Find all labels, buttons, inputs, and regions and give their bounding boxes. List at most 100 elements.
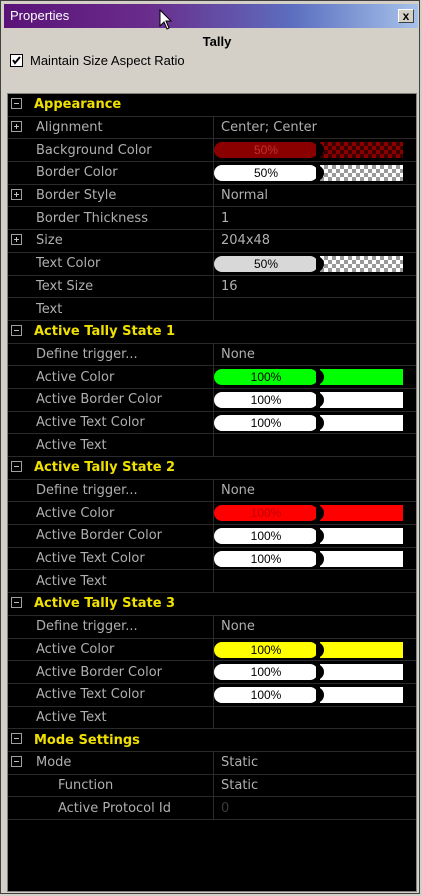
color-swatch[interactable]: 100%: [214, 369, 403, 386]
prop-active-color[interactable]: Active Color 100%: [8, 638, 416, 662]
checkmark-icon: [12, 55, 21, 65]
prop-active-text[interactable]: Active Text: [8, 570, 416, 594]
color-swatch[interactable]: 100%: [214, 550, 403, 567]
prop-label: Mode: [36, 755, 72, 771]
prop-active-text-color[interactable]: Active Text Color 100%: [8, 683, 416, 707]
prop-label: Alignment: [36, 120, 103, 136]
expand-icon[interactable]: [11, 120, 22, 132]
color-opacity-pill: 100%: [214, 686, 318, 703]
color-preview: [316, 641, 403, 658]
prop-label: Active Text Color: [36, 551, 145, 567]
prop-value[interactable]: None: [221, 619, 255, 634]
color-swatch[interactable]: 100%: [214, 641, 403, 658]
color-swatch[interactable]: 100%: [214, 391, 403, 408]
color-swatch[interactable]: 100%: [214, 686, 403, 703]
prop-active-text[interactable]: Active Text: [8, 706, 416, 730]
prop-size[interactable]: Size 204x48: [8, 230, 416, 253]
prop-border-thickness[interactable]: Border Thickness 1: [8, 207, 416, 231]
prop-define-trigger[interactable]: Define trigger... None: [8, 479, 416, 503]
color-opacity-pill: 50%: [214, 142, 318, 159]
prop-label: Border Style: [36, 188, 117, 204]
prop-active-border-color[interactable]: Active Border Color 100%: [8, 661, 416, 684]
section-appearance[interactable]: Appearance: [8, 94, 416, 117]
collapse-icon[interactable]: [11, 733, 22, 745]
color-preview: [316, 686, 403, 703]
collapse-icon[interactable]: [11, 461, 22, 472]
prop-mode[interactable]: Mode Static: [8, 751, 416, 775]
prop-label: Active Text: [36, 709, 107, 725]
section-active-tally-state-1[interactable]: Active Tally State 1: [8, 321, 416, 344]
color-swatch[interactable]: 100%: [214, 505, 403, 522]
color-opacity-pill: 100%: [214, 664, 318, 681]
prop-label: Active Text: [36, 573, 107, 589]
window-title: Properties: [10, 8, 70, 23]
collapse-icon[interactable]: [11, 98, 22, 109]
prop-label: Active Text Color: [36, 414, 145, 430]
prop-active-color[interactable]: Active Color 100%: [8, 502, 416, 526]
color-swatch[interactable]: 50%: [214, 142, 403, 159]
prop-value[interactable]: Center; Center: [221, 120, 317, 135]
collapse-icon[interactable]: [11, 755, 22, 767]
color-opacity-pill: 100%: [214, 550, 318, 567]
section-active-tally-state-2[interactable]: Active Tally State 2: [8, 457, 416, 480]
expand-icon[interactable]: [11, 188, 22, 200]
prop-value[interactable]: 16: [221, 279, 238, 294]
prop-border-color[interactable]: Border Color 50%: [8, 162, 416, 185]
prop-label: Active Color: [36, 369, 115, 385]
prop-text-size[interactable]: Text Size 16: [8, 275, 416, 299]
prop-text[interactable]: Text: [8, 298, 416, 321]
color-preview: [316, 664, 403, 681]
color-opacity-pill: 50%: [214, 255, 318, 272]
expand-icon[interactable]: [11, 234, 22, 246]
maintain-aspect-checkbox[interactable]: [10, 53, 23, 67]
prop-alignment[interactable]: Alignment Center; Center: [8, 116, 416, 140]
prop-define-trigger[interactable]: Define trigger... None: [8, 615, 416, 639]
prop-value[interactable]: Static: [221, 778, 258, 793]
arrow-cursor-icon: [159, 9, 173, 30]
color-swatch[interactable]: 100%: [214, 414, 403, 431]
prop-active-protocol-id[interactable]: Active Protocol Id 0: [8, 797, 416, 820]
prop-text-color[interactable]: Text Color 50%: [8, 252, 416, 276]
section-label: Active Tally State 3: [34, 596, 176, 612]
prop-label: Border Color: [36, 165, 118, 181]
maintain-aspect-label: Maintain Size Aspect Ratio: [30, 52, 185, 68]
color-swatch[interactable]: 50%: [214, 165, 403, 182]
color-opacity-pill: 100%: [214, 505, 318, 522]
section-active-tally-state-3[interactable]: Active Tally State 3: [8, 593, 416, 616]
title-bar[interactable]: Properties x: [4, 4, 418, 28]
prop-value[interactable]: 1: [221, 211, 229, 226]
maintain-aspect-row[interactable]: Maintain Size Aspect Ratio: [10, 52, 185, 68]
prop-active-border-color[interactable]: Active Border Color 100%: [8, 525, 416, 548]
collapse-icon[interactable]: [11, 597, 22, 609]
prop-define-trigger[interactable]: Define trigger... None: [8, 343, 416, 367]
prop-active-text-color[interactable]: Active Text Color 100%: [8, 547, 416, 571]
prop-value[interactable]: Static: [221, 755, 258, 770]
prop-background-color[interactable]: Background Color 50%: [8, 139, 416, 163]
prop-label: Define trigger...: [36, 619, 138, 635]
prop-value[interactable]: None: [221, 483, 255, 498]
color-preview: [316, 369, 403, 386]
prop-value[interactable]: 204x48: [221, 233, 270, 248]
color-swatch[interactable]: 100%: [214, 528, 403, 545]
color-swatch[interactable]: 50%: [214, 255, 403, 272]
color-preview: [316, 391, 403, 408]
prop-active-border-color[interactable]: Active Border Color 100%: [8, 388, 416, 412]
prop-label: Active Border Color: [36, 392, 163, 408]
prop-active-text[interactable]: Active Text: [8, 434, 416, 457]
prop-label: Text Color: [36, 256, 101, 272]
color-opacity-pill: 100%: [214, 528, 318, 545]
color-swatch[interactable]: 100%: [214, 664, 403, 681]
collapse-icon[interactable]: [11, 324, 22, 336]
prop-label: Active Color: [36, 505, 115, 521]
prop-function[interactable]: Function Static: [8, 774, 416, 798]
prop-active-text-color[interactable]: Active Text Color 100%: [8, 411, 416, 435]
prop-label: Define trigger...: [36, 346, 138, 362]
section-mode-settings[interactable]: Mode Settings: [8, 729, 416, 752]
color-preview: [316, 505, 403, 522]
prop-value[interactable]: Normal: [221, 188, 268, 203]
prop-value[interactable]: None: [221, 347, 255, 362]
close-button[interactable]: x: [398, 9, 414, 23]
prop-active-color[interactable]: Active Color 100%: [8, 366, 416, 389]
prop-border-style[interactable]: Border Style Normal: [8, 184, 416, 208]
property-grid[interactable]: Appearance Alignment Center; Center Back…: [7, 93, 417, 892]
